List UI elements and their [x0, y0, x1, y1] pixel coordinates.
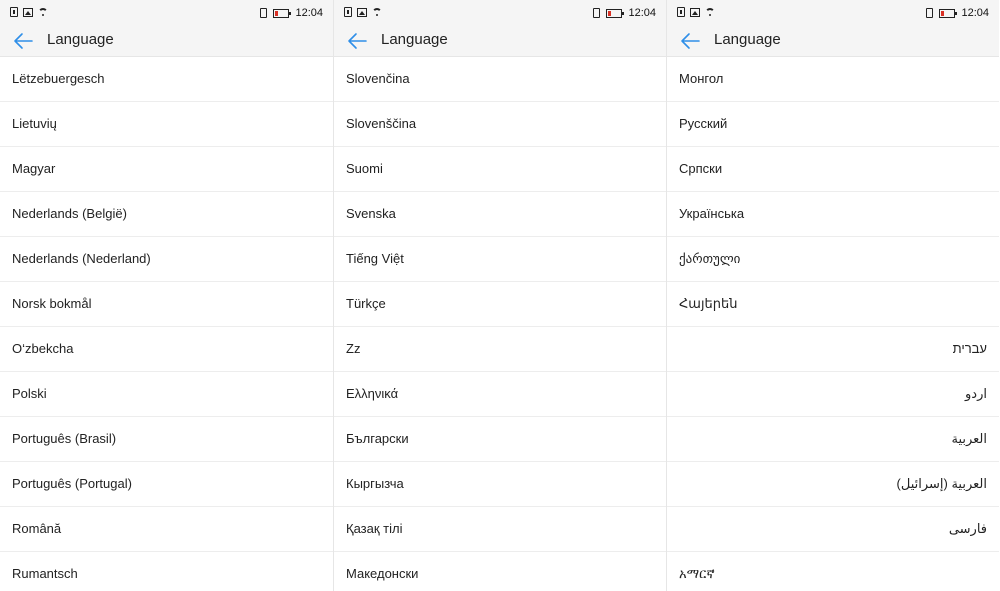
language-list-item[interactable]: Nederlands (België) — [0, 192, 333, 237]
page-title: Language — [47, 31, 114, 48]
status-right-icons: 12:04 — [926, 7, 989, 19]
language-list-item[interactable]: עברית — [667, 327, 999, 372]
image-icon — [357, 7, 367, 17]
back-arrow-icon[interactable] — [12, 32, 34, 50]
language-list-item[interactable]: Tiếng Việt — [334, 237, 666, 282]
language-list-item[interactable]: Suomi — [334, 147, 666, 192]
title-bar: Language — [667, 26, 999, 57]
wifi-icon — [372, 7, 382, 17]
language-list-item[interactable]: Lietuvių — [0, 102, 333, 147]
language-list-item[interactable]: Polski — [0, 372, 333, 417]
screenshot-collage: 12:04 Language Lëtzebuergesch Lietuvių Magya… — [0, 0, 1000, 591]
language-list-item[interactable]: Rumantsch — [0, 552, 333, 591]
sim-icon — [593, 8, 601, 18]
language-list-item[interactable]: Nederlands (Nederland) — [0, 237, 333, 282]
status-time: 12:04 — [295, 7, 323, 19]
language-list: Lëtzebuergesch Lietuvių Magyar Nederlands (… — [0, 57, 333, 591]
status-left-icons — [677, 7, 715, 17]
status-bar: 12:04 — [334, 0, 666, 26]
language-list-item[interactable]: Svenska — [334, 192, 666, 237]
language-list-item[interactable]: Қазақ тілі — [334, 507, 666, 552]
wifi-icon — [38, 7, 48, 17]
sim-icon — [260, 8, 268, 18]
language-list-item[interactable]: Português (Brasil) — [0, 417, 333, 462]
battery-icon — [939, 8, 958, 18]
language-list-item[interactable]: Русский — [667, 102, 999, 147]
image-icon — [23, 7, 33, 17]
language-list-item[interactable]: Українська — [667, 192, 999, 237]
language-list-item[interactable]: Norsk bokmål — [0, 282, 333, 327]
language-list-item[interactable]: Српски — [667, 147, 999, 192]
language-list-item[interactable]: Slovenčina — [334, 57, 666, 102]
image-icon — [690, 7, 700, 17]
language-list-item[interactable]: አማርኛ — [667, 552, 999, 591]
language-list: Монгол Русский Српски Українська ქართული Հայե… — [667, 57, 999, 591]
language-list-item[interactable]: Ελληνικά — [334, 372, 666, 417]
page-title: Language — [381, 31, 448, 48]
language-list-item[interactable]: Slovenščina — [334, 102, 666, 147]
status-bar: 12:04 — [667, 0, 999, 26]
language-list-item[interactable]: ქართული — [667, 237, 999, 282]
status-right-icons: 12:04 — [260, 7, 323, 19]
page-title: Language — [714, 31, 781, 48]
language-list-item[interactable]: O‘zbekcha — [0, 327, 333, 372]
language-list-item[interactable]: Македонски — [334, 552, 666, 591]
language-list-item[interactable]: Lëtzebuergesch — [0, 57, 333, 102]
status-time: 12:04 — [628, 7, 656, 19]
status-bar: 12:04 — [0, 0, 333, 26]
language-list-item[interactable]: Türkçe — [334, 282, 666, 327]
language-list-item[interactable]: العربية (إسرائيل) — [667, 462, 999, 507]
alert-icon — [344, 7, 352, 17]
language-screen-2: 12:04 Language Slovenčina Slovenščina Suomi S… — [333, 0, 666, 591]
language-list-item[interactable]: Português (Portugal) — [0, 462, 333, 507]
title-bar: Language — [334, 26, 666, 57]
title-bar: Language — [0, 26, 333, 57]
language-list-item[interactable]: Монгол — [667, 57, 999, 102]
language-list-item[interactable]: العربية — [667, 417, 999, 462]
back-arrow-icon[interactable] — [346, 32, 368, 50]
status-left-icons — [10, 7, 48, 17]
status-left-icons — [344, 7, 382, 17]
language-list-item[interactable]: Български — [334, 417, 666, 462]
language-list-item[interactable]: Հայերեն — [667, 282, 999, 327]
status-time: 12:04 — [961, 7, 989, 19]
language-screen-1: 12:04 Language Lëtzebuergesch Lietuvių Magya… — [0, 0, 333, 591]
alert-icon — [677, 7, 685, 17]
alert-icon — [10, 7, 18, 17]
sim-icon — [926, 8, 934, 18]
battery-icon — [273, 8, 292, 18]
language-list-item[interactable]: Кыргызча — [334, 462, 666, 507]
back-arrow-icon[interactable] — [679, 32, 701, 50]
language-list-item[interactable]: فارسی — [667, 507, 999, 552]
status-right-icons: 12:04 — [593, 7, 656, 19]
language-list-item[interactable]: Zz — [334, 327, 666, 372]
language-list-item[interactable]: Română — [0, 507, 333, 552]
wifi-icon — [705, 7, 715, 17]
language-list-item[interactable]: اردو — [667, 372, 999, 417]
language-screen-3: 12:04 Language Монгол Русский Српски Українсь… — [666, 0, 999, 591]
battery-icon — [606, 8, 625, 18]
language-list-item[interactable]: Magyar — [0, 147, 333, 192]
language-list: Slovenčina Slovenščina Suomi Svenska Tiếng V… — [334, 57, 666, 591]
